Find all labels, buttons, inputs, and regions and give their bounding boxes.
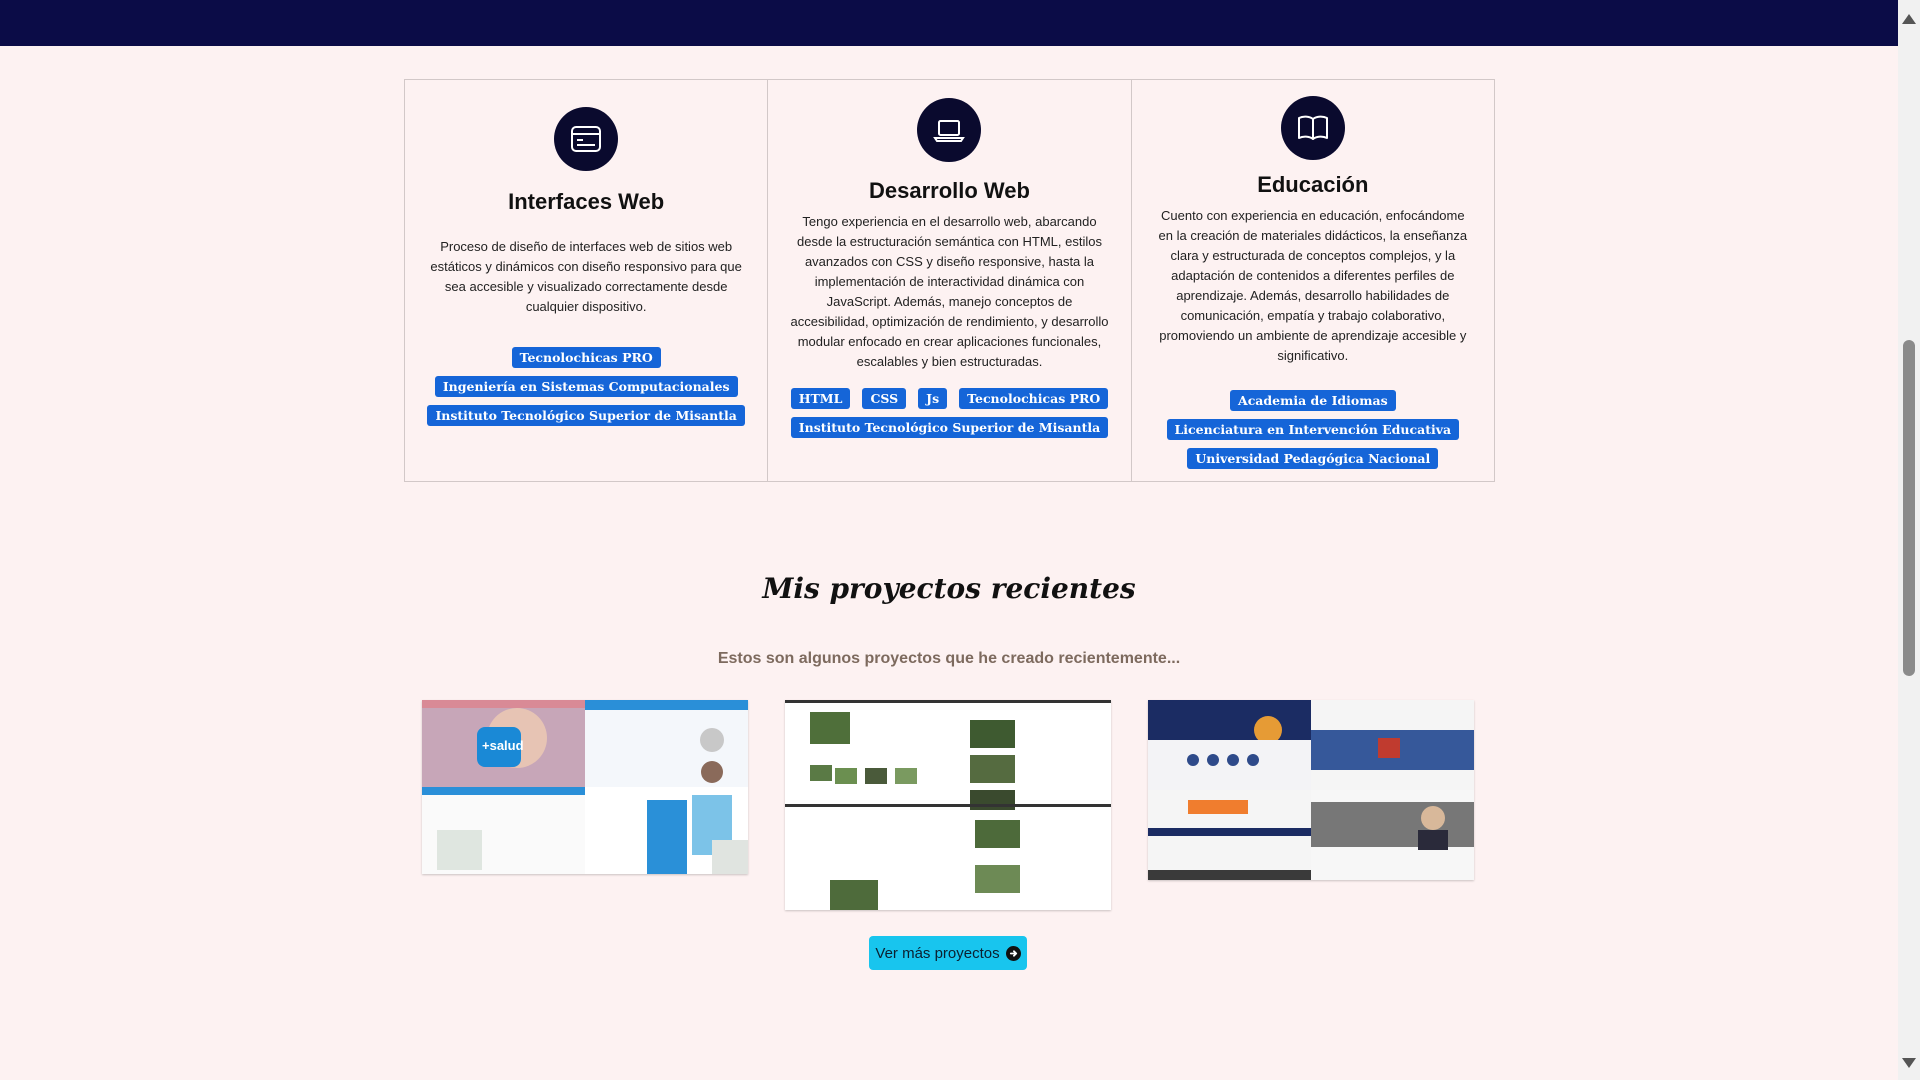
laptop-icon [917,98,982,162]
project-thumbnail-naturaleza[interactable] [785,700,1111,910]
projects-title: Mis proyectos recientes [762,572,1136,605]
scroll-up-icon[interactable] [1902,14,1916,24]
tag: Licenciatura en Intervención Educativa [1166,419,1460,440]
service-title: Desarrollo Web [869,178,1030,203]
service-tags: Tecnolochicas PRO Ingeniería en Sistemas… [427,347,745,426]
service-title: Interfaces Web [508,189,665,214]
tag: Academia de Idiomas [1230,390,1396,411]
project-thumbnail-salud[interactable]: +salud [422,700,748,874]
scroll-thumb[interactable] [1903,340,1915,676]
arrow-right-icon [1005,945,1021,961]
open-book-icon [1280,96,1345,160]
top-nav-bar [0,0,1898,46]
scroll-down-icon[interactable] [1902,1058,1916,1068]
tag: Js [918,388,948,409]
tag-row: HTML CSS Js Tecnolochicas PRO [790,388,1109,409]
tag: Tecnolochicas PRO [511,347,661,368]
see-more-projects-button[interactable]: Ver más proyectos [869,936,1027,970]
service-card-desarrollo: Desarrollo Web Tengo experiencia en el d… [768,80,1132,481]
tag: HTML [790,388,851,409]
service-description: Tengo experiencia en el desarrollo web, … [790,214,1109,369]
scrollbar[interactable] [1898,0,1920,1080]
project-screenshot-image [785,700,1111,910]
services-section: Interfaces Web Proceso de diseño de inte… [404,79,1495,482]
browser-window-icon [554,107,619,171]
project-screenshot-image [1148,700,1474,880]
tag: Universidad Pedagógica Nacional [1187,448,1439,469]
see-more-label: Ver más proyectos [875,944,1000,962]
tag: Instituto Tecnológico Superior de Misant… [427,405,745,426]
service-tags: HTML CSS Js Tecnolochicas PRO Instituto … [790,388,1109,438]
service-description: Proceso de diseño de interfaces web de s… [430,239,742,314]
service-card-educacion: Educación Cuento con experiencia en educ… [1132,80,1494,481]
service-card-interfaces: Interfaces Web Proceso de diseño de inte… [405,80,769,481]
service-tags: Academia de Idiomas Licenciatura en Inte… [1166,390,1460,469]
projects-subtitle: Estos son algunos proyectos que he cread… [717,650,1181,667]
service-description: Cuento con experiencia en educación, enf… [1158,208,1468,363]
salud-logo-text: +salud [482,738,524,753]
tag: Instituto Tecnológico Superior de Misant… [790,417,1109,438]
tag: Tecnolochicas PRO [959,388,1109,409]
project-thumbnail-corporativo[interactable] [1148,700,1474,880]
tag: Ingeniería en Sistemas Computacionales [434,376,738,397]
service-title: Educación [1257,172,1369,197]
tag: CSS [862,388,907,409]
project-screenshot-image [422,700,748,874]
